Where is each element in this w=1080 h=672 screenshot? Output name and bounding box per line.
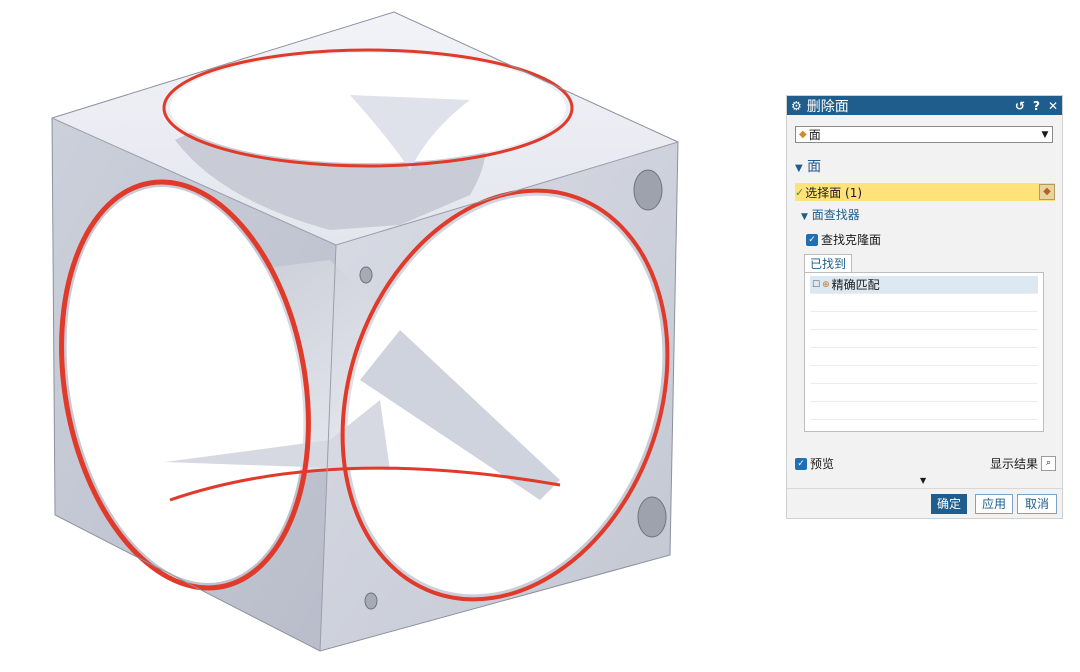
collapse-icon[interactable]: ▼ xyxy=(801,212,808,222)
type-dropdown-value: 面 xyxy=(808,128,821,142)
tab-found[interactable]: 已找到 xyxy=(804,254,853,273)
preview-checkbox[interactable]: ✓ xyxy=(795,457,807,470)
list-item xyxy=(810,384,1038,402)
reset-icon[interactable]: ↺ xyxy=(1015,99,1025,113)
chevron-down-icon[interactable]: ▼ xyxy=(1038,130,1052,140)
cancel-button[interactable]: 取消 xyxy=(1017,494,1057,514)
show-result-row[interactable]: 显示结果 ⌕ xyxy=(990,455,1056,472)
screw-hole-right-bottom xyxy=(637,496,667,538)
list-item xyxy=(810,402,1038,420)
find-clones-checkbox[interactable]: ✓ xyxy=(806,233,818,246)
list-item xyxy=(810,294,1038,312)
checkmark-icon: ✓ xyxy=(795,185,805,199)
find-clones-row[interactable]: ✓ 查找克隆面 xyxy=(806,231,881,248)
preview-row[interactable]: ✓ 预览 xyxy=(795,455,834,472)
section-face-header[interactable]: ▼ 面 xyxy=(795,156,821,176)
screw-hole-front-bottom xyxy=(364,592,378,610)
cube-model[interactable] xyxy=(0,0,780,669)
match-icon: ⊕ xyxy=(822,279,830,290)
apply-button[interactable]: 应用 xyxy=(975,494,1013,514)
show-result-label: 显示结果 xyxy=(989,457,1038,471)
preview-label: 预览 xyxy=(810,457,835,471)
list-item xyxy=(810,312,1038,330)
select-face-row[interactable]: ✓ 选择面 (1) ◆ xyxy=(795,183,1055,201)
unchecked-box-icon[interactable]: ☐ xyxy=(812,280,820,290)
ok-button[interactable]: 确定 xyxy=(931,494,967,514)
screw-hole-right-top xyxy=(633,169,663,211)
close-icon[interactable]: ✕ xyxy=(1048,99,1058,113)
face-type-icon: ◆ xyxy=(799,129,807,140)
section-face-label: 面 xyxy=(807,159,822,175)
graphics-viewport[interactable] xyxy=(0,0,780,669)
find-clones-label: 查找克隆面 xyxy=(821,233,882,247)
dialog-titlebar[interactable]: ⚙ 删除面 ↺ ? ✕ xyxy=(787,96,1062,115)
list-item xyxy=(810,330,1038,348)
dialog-title: 删除面 xyxy=(806,98,849,115)
expand-more-icon[interactable]: ▼ xyxy=(920,476,926,485)
exact-match-label: 精确匹配 xyxy=(831,278,880,292)
delete-face-dialog: ⚙ 删除面 ↺ ? ✕ ◆ 面 ▼ ▼ 面 ✓ 选择面 (1) ◆ ▼ 面查找器… xyxy=(786,95,1063,519)
collapse-icon[interactable]: ▼ xyxy=(795,163,803,174)
face-finder-label: 面查找器 xyxy=(811,208,860,222)
select-face-button[interactable]: ◆ xyxy=(1039,184,1055,200)
list-item[interactable]: ☐ ⊕ 精确匹配 xyxy=(810,276,1038,294)
found-results-list[interactable]: ☐ ⊕ 精确匹配 xyxy=(804,272,1044,432)
divider xyxy=(787,488,1062,489)
magnifier-icon[interactable]: ⌕ xyxy=(1041,456,1056,471)
list-item xyxy=(810,348,1038,366)
select-face-label: 选择面 (1) xyxy=(805,185,863,200)
list-item xyxy=(810,366,1038,384)
help-icon[interactable]: ? xyxy=(1033,99,1040,113)
screw-hole-front-top xyxy=(359,266,373,284)
type-dropdown[interactable]: ◆ 面 ▼ xyxy=(795,126,1053,143)
settings-icon[interactable]: ⚙ xyxy=(791,99,802,113)
face-finder-header[interactable]: ▼ 面查找器 xyxy=(801,206,860,223)
